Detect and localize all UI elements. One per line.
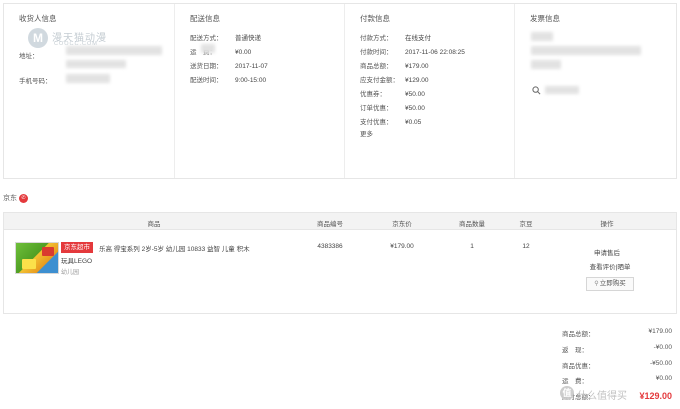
product-shop-name: 幼儿园: [61, 270, 80, 276]
order-discount-label: 订单优惠：: [360, 105, 393, 112]
payment-row: 支付优惠： ¥0.05: [360, 116, 421, 126]
col-header-product: 商品: [147, 221, 161, 228]
product-qty: 1: [470, 243, 474, 250]
buy-again-label: 立即购买: [599, 280, 626, 287]
receiver-info-section: 收货人信息 地址： 手机号码： M 漫天猫动漫 COOCC.COM: [4, 4, 174, 178]
delivery-method-label: 配送方式：: [190, 35, 223, 42]
delivery-title: 配送信息: [190, 14, 220, 23]
table-row: 京东超市 乐高 得宝系列 2岁-5岁 幼儿园 10833 益智 儿童 积木 玩具…: [3, 230, 677, 314]
lego-brick-icon: [42, 247, 54, 256]
col-header-sku: 商品编号: [317, 221, 343, 228]
apply-after-sale-link[interactable]: 申请售后: [594, 247, 620, 257]
payment-row: 商品总额： ¥179.00: [360, 60, 429, 70]
product-image[interactable]: [15, 242, 59, 274]
summary-label: 返 现：: [562, 347, 588, 354]
payment-row: 应支付金额： ¥129.00: [360, 74, 429, 84]
cart-icon: ⚲: [594, 281, 599, 287]
summary-value: -¥50.00: [649, 360, 672, 367]
summary-value: ¥179.00: [648, 328, 673, 335]
view-review-link[interactable]: 查看评价|晒单: [590, 261, 631, 271]
pay-discount-value: ¥0.05: [405, 119, 422, 126]
payment-method-label: 付款方式：: [360, 35, 393, 42]
shop-name[interactable]: 京东: [3, 195, 17, 202]
col-header-ops: 操作: [600, 221, 614, 228]
buy-again-button[interactable]: ⚲立即购买: [586, 277, 634, 291]
delivery-row: 运 费：¥0.00: [190, 46, 251, 56]
delivery-info-section: 配送信息 配送方式： 普通快递 运 费：¥0.00 送货日期： 2017-11-07…: [174, 4, 344, 178]
watermark-subtext: COOCC.COM: [54, 41, 98, 47]
product-sku: 4383386: [317, 243, 343, 250]
site-watermark-bottom: 值 什么值得买: [560, 384, 680, 404]
site-watermark-top: M 漫天猫动漫 COOCC.COM: [28, 28, 138, 52]
payment-row: 付款方式： 在线支付: [360, 32, 431, 42]
product-price: ¥179.00: [390, 243, 414, 250]
blurred-invoice-content: [531, 60, 561, 69]
jd-chat-icon[interactable]: ✆: [19, 193, 28, 203]
col-header-qty: 商品数量: [459, 221, 485, 228]
delivery-row: 送货日期： 2017-11-07: [190, 60, 268, 70]
payment-row: 付款时间： 2017-11-06 22:08:25: [360, 46, 465, 56]
smzdm-watermark-text: 什么值得买: [577, 391, 627, 402]
receiver-title: 收货人信息: [19, 14, 57, 23]
watermark-logo-icon: M: [28, 28, 48, 48]
payment-info-section: 付款信息 付款方式： 在线支付 付款时间： 2017-11-06 22:08:25 …: [344, 4, 514, 178]
blurred-invoice-type: [531, 32, 553, 41]
search-icon[interactable]: [532, 86, 541, 95]
delivery-row: 配送时间： 9:00-15:00: [190, 74, 266, 84]
delivery-row: 配送方式： 普通快递: [190, 32, 261, 42]
payment-row: 订单优惠： ¥50.00: [360, 102, 425, 112]
summary-value: ¥0.00: [655, 375, 672, 382]
delivery-time-label: 配送时间：: [190, 77, 223, 84]
delivery-fee-value: ¥0.00: [235, 49, 252, 56]
delivery-method-value: 普通快递: [235, 35, 261, 42]
shop-header: 京东 ✆: [3, 193, 28, 203]
payment-more-link[interactable]: 更多: [360, 128, 373, 138]
summary-label: 商品优惠：: [562, 363, 595, 370]
pay-discount-label: 支付优惠：: [360, 119, 393, 126]
blurred-fee-label: [201, 44, 215, 53]
delivery-time-value: 9:00-15:00: [235, 77, 267, 84]
amount-due-label: 应支付金额：: [360, 77, 399, 84]
product-name-link[interactable]: 乐高 得宝系列 2岁-5岁 幼儿园 10833 益智 儿童 积木: [99, 244, 269, 255]
summary-value: -¥0.00: [653, 344, 672, 351]
goods-total-value: ¥179.00: [405, 63, 429, 70]
payment-time-value: 2017-11-06 22:08:25: [405, 49, 465, 56]
goods-total-label: 商品总额：: [360, 63, 393, 70]
coupon-value: ¥50.00: [405, 91, 425, 98]
blurred-address-line2: [66, 60, 126, 68]
payment-method-value: 在线支付: [405, 35, 431, 42]
amount-due-value: ¥129.00: [405, 77, 429, 84]
smzdm-logo-icon: 值: [560, 386, 574, 400]
col-header-price: 京东价: [392, 221, 412, 228]
invoice-title: 发票信息: [530, 14, 560, 23]
order-discount-value: ¥50.00: [405, 105, 425, 112]
summary-label: 商品总额：: [562, 331, 595, 338]
product-beans: 12: [522, 243, 530, 250]
product-name-line2[interactable]: 玩具LEGO: [61, 255, 92, 265]
blurred-invoice-link: [545, 86, 579, 94]
payment-title: 付款信息: [360, 14, 390, 23]
order-info-panel: 收货人信息 地址： 手机号码： M 漫天猫动漫 COOCC.COM 配送信息 配…: [3, 3, 677, 179]
coupon-label: 优惠券：: [360, 91, 386, 98]
goods-table-header: 商品 商品编号 京东价 商品数量 京豆 操作: [3, 212, 677, 230]
payment-time-label: 付款时间：: [360, 49, 393, 56]
blurred-phone: [66, 74, 110, 83]
blurred-invoice-title: [531, 46, 641, 55]
col-header-beans: 京豆: [519, 221, 533, 228]
payment-row: 优惠券： ¥50.00: [360, 88, 425, 98]
receiver-phone-label: 手机号码：: [19, 78, 52, 85]
jd-supermarket-badge: 京东超市: [61, 242, 93, 253]
delivery-date-value: 2017-11-07: [235, 63, 268, 70]
lego-brick-icon: [22, 259, 36, 269]
receiver-phone-row: 手机号码：: [19, 75, 64, 85]
delivery-date-label: 送货日期：: [190, 63, 223, 70]
